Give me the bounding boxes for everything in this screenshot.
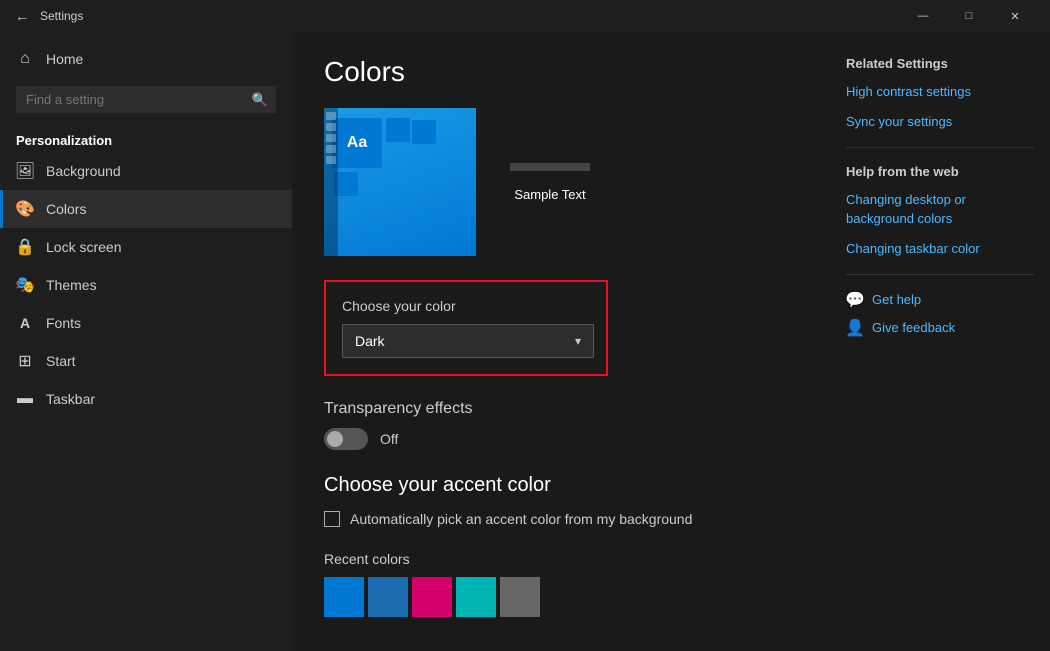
- app-body: ⌂ Home 🔍 Personalization 🖼 Background 🎨 …: [0, 32, 1050, 651]
- get-help-icon: 💬: [846, 291, 864, 309]
- home-label: Home: [46, 51, 83, 67]
- swatch-pink[interactable]: [412, 577, 452, 617]
- swatch-gray[interactable]: [500, 577, 540, 617]
- lock-icon: 🔒: [16, 238, 34, 256]
- high-contrast-link[interactable]: High contrast settings: [846, 83, 1034, 101]
- start-icon: ⊞: [16, 352, 34, 370]
- sidebar-item-lock-screen[interactable]: 🔒 Lock screen: [0, 228, 292, 266]
- get-help-link[interactable]: 💬 Get help: [846, 291, 1034, 309]
- sidebar: ⌂ Home 🔍 Personalization 🖼 Background 🎨 …: [0, 32, 292, 651]
- fonts-icon: A: [16, 314, 34, 332]
- change-bg-link[interactable]: Changing desktop or background colors: [846, 191, 1034, 227]
- app-title: Settings: [40, 9, 892, 23]
- sidebar-item-colors-label: Colors: [46, 201, 86, 217]
- change-taskbar-link[interactable]: Changing taskbar color: [846, 240, 1034, 258]
- transparency-toggle-row: Off: [324, 428, 798, 450]
- preview-dark-window: Sample Text: [476, 108, 624, 256]
- choose-color-section: Choose your color Dark ▾: [324, 280, 608, 376]
- minimize-button[interactable]: —: [900, 0, 946, 32]
- auto-accent-label: Automatically pick an accent color from …: [350, 511, 692, 527]
- transparency-state: Off: [380, 431, 398, 447]
- search-input[interactable]: [16, 86, 276, 113]
- sidebar-item-start-label: Start: [46, 353, 76, 369]
- sidebar-item-themes[interactable]: 🎭 Themes: [0, 266, 292, 304]
- feedback-icon: 👤: [846, 319, 864, 337]
- recent-colors-label: Recent colors: [324, 551, 798, 567]
- related-settings-title: Related Settings: [846, 56, 1034, 71]
- swatch-teal[interactable]: [456, 577, 496, 617]
- right-panel: Related Settings High contrast settings …: [830, 32, 1050, 651]
- recent-colors-section: Recent colors: [324, 551, 798, 617]
- color-preview: Aa Sample Text: [324, 108, 624, 256]
- sidebar-item-lock-label: Lock screen: [46, 239, 121, 255]
- sidebar-item-home[interactable]: ⌂ Home: [0, 40, 292, 78]
- auto-accent-row: Automatically pick an accent color from …: [324, 511, 798, 527]
- sidebar-item-fonts[interactable]: A Fonts: [0, 304, 292, 342]
- sidebar-item-colors[interactable]: 🎨 Colors: [0, 190, 292, 228]
- swatch-blue1[interactable]: [324, 577, 364, 617]
- sidebar-section-title: Personalization: [0, 121, 292, 152]
- accent-title: Choose your accent color: [324, 474, 798, 497]
- transparency-label: Transparency effects: [324, 400, 798, 418]
- choose-color-label: Choose your color: [342, 298, 590, 314]
- get-help-label: Get help: [872, 292, 921, 307]
- swatch-blue2[interactable]: [368, 577, 408, 617]
- sidebar-item-fonts-label: Fonts: [46, 315, 81, 331]
- back-button[interactable]: ←: [12, 6, 32, 26]
- dropdown-arrow-icon: ▾: [575, 334, 581, 348]
- divider-1: [846, 147, 1034, 148]
- give-feedback-link[interactable]: 👤 Give feedback: [846, 319, 1034, 337]
- home-icon: ⌂: [16, 50, 34, 68]
- search-box: 🔍: [16, 86, 276, 113]
- themes-icon: 🎭: [16, 276, 34, 294]
- sidebar-item-themes-label: Themes: [46, 277, 97, 293]
- auto-accent-checkbox[interactable]: [324, 511, 340, 527]
- toggle-knob: [327, 431, 343, 447]
- taskbar-icon: ▬: [16, 390, 34, 408]
- transparency-toggle[interactable]: [324, 428, 368, 450]
- color-mode-dropdown[interactable]: Dark ▾: [342, 324, 594, 358]
- main-content: Colors Aa: [292, 32, 830, 651]
- accent-section: Choose your accent color Automatically p…: [324, 474, 798, 527]
- color-swatches: [324, 577, 798, 617]
- give-feedback-label: Give feedback: [872, 320, 955, 335]
- sidebar-item-background[interactable]: 🖼 Background: [0, 152, 292, 190]
- help-from-web-title: Help from the web: [846, 164, 1034, 179]
- preview-sample-text: Sample Text: [514, 187, 585, 202]
- sync-settings-link[interactable]: Sync your settings: [846, 113, 1034, 131]
- sidebar-item-taskbar-label: Taskbar: [46, 391, 95, 407]
- sidebar-item-background-label: Background: [46, 163, 121, 179]
- search-icon: 🔍: [252, 92, 268, 108]
- divider-2: [846, 274, 1034, 275]
- sidebar-item-taskbar[interactable]: ▬ Taskbar: [0, 380, 292, 418]
- background-icon: 🖼: [16, 162, 34, 180]
- titlebar: ← Settings — □ ✕: [0, 0, 1050, 32]
- transparency-section: Transparency effects Off: [324, 400, 798, 450]
- window-controls: — □ ✕: [900, 0, 1038, 32]
- color-mode-value: Dark: [355, 333, 385, 349]
- close-button[interactable]: ✕: [992, 0, 1038, 32]
- maximize-button[interactable]: □: [946, 0, 992, 32]
- colors-icon: 🎨: [16, 200, 34, 218]
- sidebar-item-start[interactable]: ⊞ Start: [0, 342, 292, 380]
- page-title: Colors: [324, 56, 798, 88]
